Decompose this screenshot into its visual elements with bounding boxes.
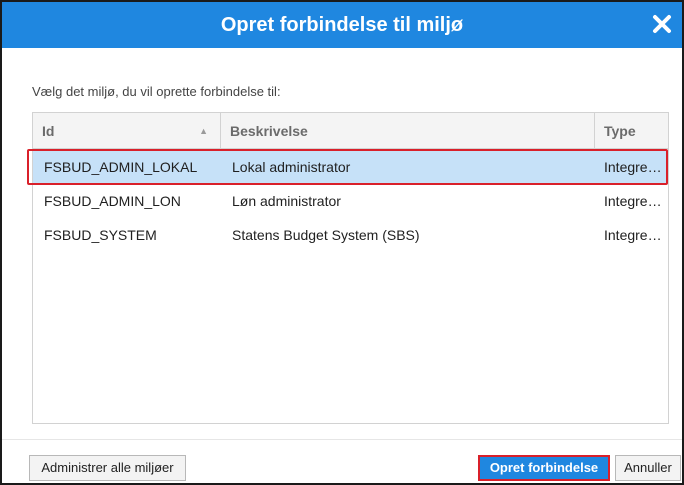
table-row[interactable]: FSBUD_ADMIN_LON Løn administrator Integr…	[33, 184, 668, 218]
column-header-label: Id	[42, 123, 55, 139]
cell-description: Lokal administrator	[232, 159, 351, 175]
cell-description: Statens Budget System (SBS)	[232, 227, 420, 243]
sort-ascending-icon: ▲	[199, 126, 208, 136]
dialog-titlebar: Opret forbindelse til miljø	[2, 2, 682, 48]
manage-environments-button[interactable]: Administrer alle miljøer	[29, 455, 186, 481]
connect-button[interactable]: Opret forbindelse	[478, 455, 610, 481]
cell-type: Integre…	[604, 193, 662, 209]
cell-description: Løn administrator	[232, 193, 341, 209]
cell-type: Integre…	[604, 227, 662, 243]
close-icon	[653, 15, 671, 33]
cell-id: FSBUD_ADMIN_LOKAL	[44, 159, 198, 175]
cancel-button[interactable]: Annuller	[615, 455, 681, 481]
close-button[interactable]	[648, 10, 676, 38]
cell-type: Integre…	[604, 159, 662, 175]
column-header-id[interactable]: Id ▲	[33, 113, 221, 149]
column-header-label: Beskrivelse	[230, 123, 308, 139]
column-header-type[interactable]: Type	[595, 113, 668, 149]
column-header-label: Type	[604, 123, 636, 139]
instruction-text: Vælg det miljø, du vil oprette forbindel…	[32, 84, 281, 99]
cell-id: FSBUD_SYSTEM	[44, 227, 157, 243]
cell-id: FSBUD_ADMIN_LON	[44, 193, 181, 209]
table-row[interactable]: FSBUD_ADMIN_LOKAL Lokal administrator In…	[33, 150, 668, 184]
connect-environment-dialog: Opret forbindelse til miljø Vælg det mil…	[0, 0, 684, 485]
table-row[interactable]: FSBUD_SYSTEM Statens Budget System (SBS)…	[33, 218, 668, 252]
dialog-title: Opret forbindelse til miljø	[220, 14, 464, 36]
footer-divider	[2, 439, 682, 440]
table-header: Id ▲ Beskrivelse Type	[33, 113, 668, 149]
environment-table: Id ▲ Beskrivelse Type FSBUD_ADMIN_LOKAL …	[32, 112, 669, 424]
column-header-description[interactable]: Beskrivelse	[221, 113, 595, 149]
